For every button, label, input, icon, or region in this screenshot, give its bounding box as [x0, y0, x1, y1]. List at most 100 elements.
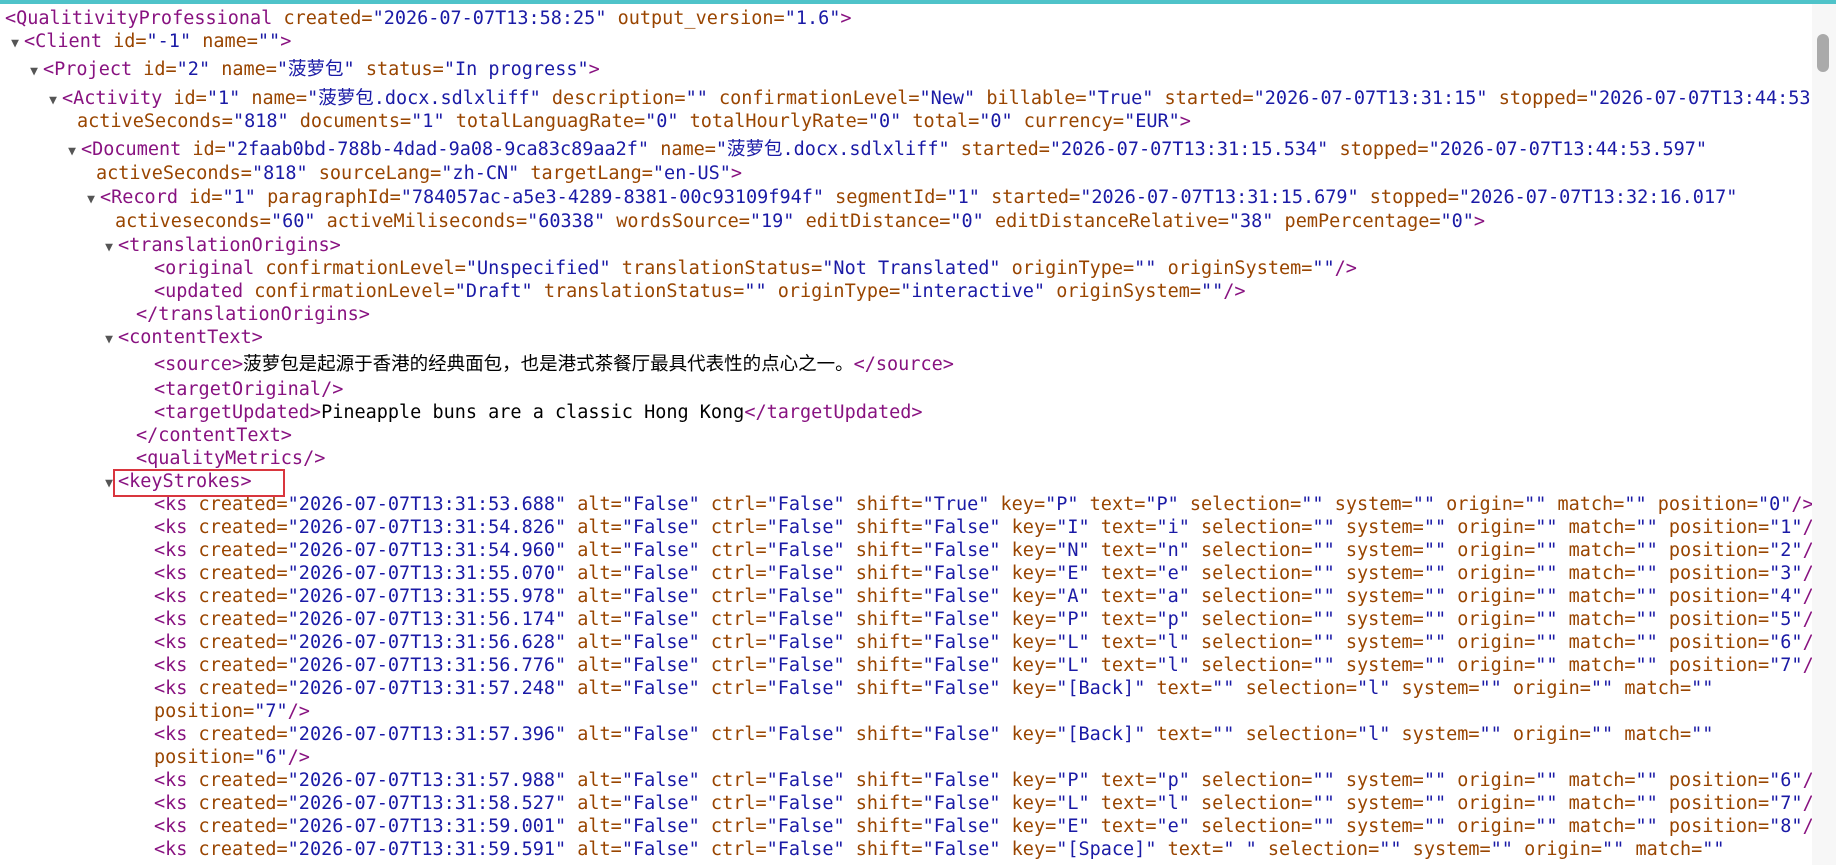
xml-tag: /> [1803, 586, 1812, 607]
vertical-scrollbar[interactable] [1812, 4, 1836, 865]
xml-attribute-name: documents= [288, 111, 412, 132]
xml-attribute-name: billable= [975, 88, 1087, 109]
xml-attribute-value: "" [1691, 724, 1714, 745]
xml-attribute-name: key= [1000, 655, 1057, 676]
scrollbar-thumb[interactable] [1817, 34, 1829, 72]
xml-attribute-value: "0" [1758, 494, 1792, 515]
xml-attribute-name: shift= [844, 609, 923, 630]
xml-attribute-name: ctrl= [699, 517, 767, 538]
xml-attribute-value: "E" [1056, 563, 1090, 584]
xml-line: ▼<QualitivityProfessional created="2026-… [0, 7, 852, 30]
xml-attribute-name: key= [1000, 724, 1057, 745]
xml-attribute-value: "en-US" [652, 163, 731, 184]
xml-attribute-name: system= [1334, 655, 1424, 676]
xml-attribute-value: "60338" [527, 211, 606, 232]
xml-line: </translationOrigins> [136, 303, 370, 326]
xml-attribute-value: "L" [1056, 655, 1090, 676]
xml-tag: > [840, 8, 852, 29]
xml-attribute-value: "" [1635, 563, 1658, 584]
xml-tag: <Activity [62, 88, 163, 109]
xml-attribute-value: "" [1479, 724, 1502, 745]
xml-attribute-value: "n" [1156, 540, 1190, 561]
xml-tag: <ks [154, 632, 188, 653]
xml-attribute-name: alt= [566, 655, 622, 676]
xml-attribute-name: started= [1153, 88, 1254, 109]
xml-text: 菠萝包是起源于香港的经典面包，也是港式茶餐厅最具代表性的点心之一。 [243, 354, 854, 375]
xml-attribute-value: "" [1602, 839, 1625, 860]
xml-attribute-value: "False" [621, 655, 700, 676]
xml-tag: </targetUpdated> [744, 402, 923, 423]
xml-tag: /> [1334, 258, 1357, 279]
collapse-toggle-icon[interactable]: ▼ [6, 32, 24, 55]
xml-attribute-value: "2026-07-07T13:31:56.174" [287, 609, 567, 630]
xml-attribute-value: "" [1423, 632, 1447, 653]
xml-attribute-value: "2026-07-07T13:31:56.776" [287, 655, 567, 676]
xml-attribute-value: "" [1590, 724, 1614, 745]
xml-attribute-name: created= [187, 540, 288, 561]
xml-attribute-name: alt= [566, 678, 622, 699]
xml-attribute-name: total= [901, 111, 980, 132]
xml-line: <ks created="2026-07-07T13:31:54.960" al… [154, 539, 1812, 562]
xml-attribute-value: "False" [922, 632, 1001, 653]
xml-attribute-value: "False" [922, 839, 1001, 860]
xml-attribute-value: "" [1423, 540, 1447, 561]
keystrokes-highlight-box [113, 469, 285, 497]
xml-attribute-name: ctrl= [699, 609, 767, 630]
xml-attribute-value: "False" [621, 793, 700, 814]
xml-attribute-name: created= [187, 793, 288, 814]
xml-tag: <ks [154, 563, 188, 584]
xml-attribute-value: "2026-07-07T13:31:59.001" [287, 816, 567, 837]
xml-attribute-name: alt= [566, 839, 622, 860]
xml-attribute-name: text= [1089, 632, 1157, 653]
xml-attribute-value: "" [1312, 586, 1335, 607]
xml-attribute-value: "2faab0bd-788b-4dad-9a08-9ca83c89aa2f" [225, 139, 650, 160]
xml-attribute-name: shift= [844, 563, 923, 584]
xml-attribute-name: created= [187, 724, 288, 745]
xml-tag: /> [1803, 655, 1812, 676]
collapse-toggle-icon[interactable]: ▼ [63, 140, 81, 163]
xml-attribute-name: currency= [1012, 111, 1125, 132]
xml-attribute-name: shift= [844, 770, 923, 791]
xml-attribute-value: "菠萝包" [276, 59, 355, 80]
xml-attribute-name: position= [1657, 632, 1770, 653]
collapse-toggle-icon[interactable]: ▼ [44, 89, 62, 112]
xml-attribute-value: "True" [922, 494, 990, 515]
xml-attribute-name: shift= [844, 724, 923, 745]
xml-line: activeSeconds="818" sourceLang="zh-CN" t… [96, 162, 742, 185]
xml-attribute-name: output_version= [606, 8, 785, 29]
xml-tag: > [588, 59, 600, 80]
xml-line: <qualityMetrics/> [136, 447, 325, 470]
collapse-toggle-icon[interactable]: ▼ [100, 328, 118, 351]
xml-tag: <ks [154, 540, 188, 561]
xml-attribute-name: segmentId= [824, 187, 947, 208]
collapse-toggle-icon[interactable]: ▼ [25, 60, 43, 83]
xml-tag: <ks [154, 586, 188, 607]
xml-attribute-value: "e" [1156, 563, 1190, 584]
xml-attribute-name: ctrl= [699, 540, 767, 561]
xml-attribute-value: "1.6" [784, 8, 841, 29]
collapse-toggle-icon[interactable]: ▼ [82, 188, 100, 211]
collapse-toggle-icon[interactable]: ▼ [100, 236, 118, 259]
xml-attribute-value: "" [1535, 517, 1558, 538]
xml-tag: /> [1803, 632, 1812, 653]
xml-attribute-name: system= [1390, 678, 1480, 699]
xml-line: <source>菠萝包是起源于香港的经典面包，也是港式茶餐厅最具代表性的点心之一… [154, 353, 954, 376]
xml-attribute-name: shift= [844, 540, 923, 561]
xml-attribute-name: ctrl= [699, 816, 767, 837]
xml-attribute-value: "" [1691, 678, 1714, 699]
xml-tree-viewer[interactable]: ▼<QualitivityProfessional created="2026-… [0, 4, 1812, 865]
xml-attribute-value: "False" [621, 770, 700, 791]
xml-attribute-value: "l" [1156, 632, 1190, 653]
xml-attribute-value: "" [1212, 678, 1235, 699]
xml-line: position="7"/> [154, 700, 310, 723]
xml-attribute-value: "Unspecified" [465, 258, 611, 279]
xml-line: <ks created="2026-07-07T13:31:57.248" al… [154, 677, 1713, 700]
xml-attribute-value: "2026-07-07T13:31:56.628" [287, 632, 567, 653]
xml-attribute-value: "False" [922, 724, 1001, 745]
xml-attribute-value: "p" [1156, 770, 1190, 791]
xml-attribute-name: created= [187, 563, 288, 584]
xml-attribute-name: key= [1000, 839, 1057, 860]
xml-attribute-value: "7" [254, 701, 288, 722]
xml-attribute-name: text= [1089, 655, 1157, 676]
xml-attribute-name: system= [1390, 724, 1480, 745]
